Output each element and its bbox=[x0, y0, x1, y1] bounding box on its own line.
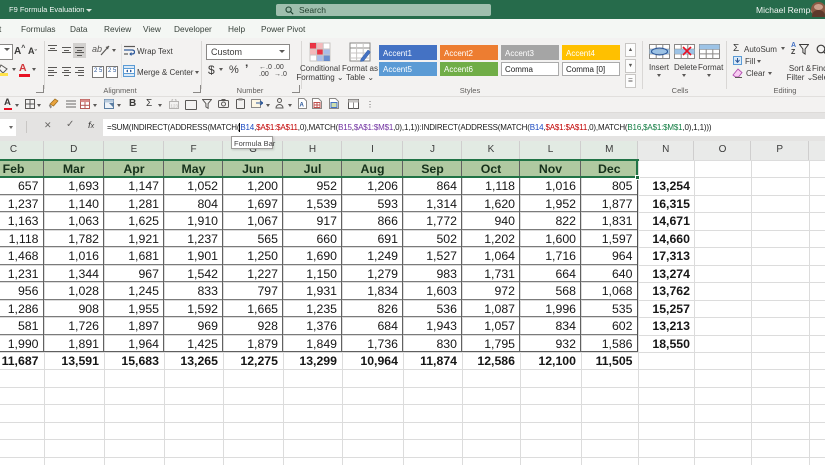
svg-text:123: 123 bbox=[171, 104, 179, 109]
svg-text:A: A bbox=[300, 103, 305, 109]
